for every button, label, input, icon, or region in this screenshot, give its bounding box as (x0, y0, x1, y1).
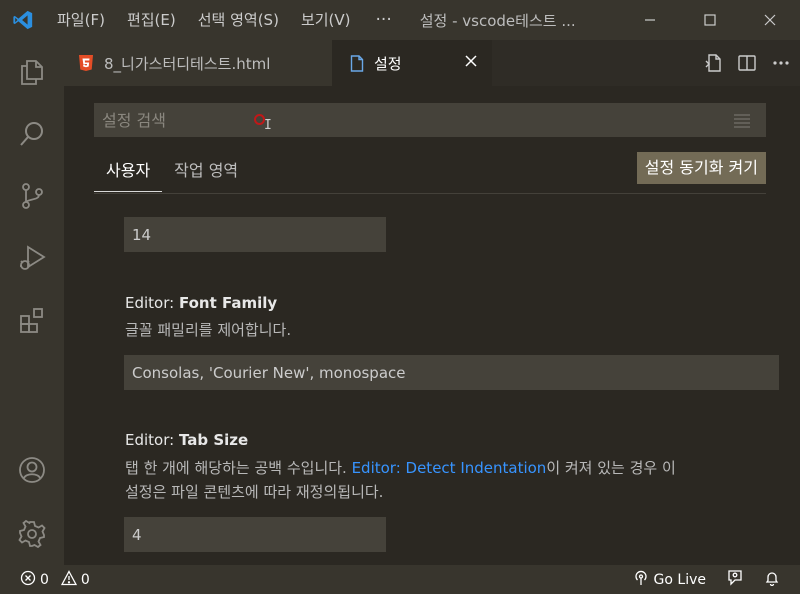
divider (94, 193, 766, 194)
menu-bar: 파일(F) 편집(E) 선택 영역(S) 보기(V) ··· (46, 0, 406, 40)
notifications-bell-icon[interactable] (764, 570, 780, 590)
close-tab-icon[interactable] (464, 54, 478, 72)
text-cursor-icon: I (264, 118, 272, 133)
tab-size-input[interactable]: 4 (124, 517, 386, 552)
extensions-icon[interactable] (0, 292, 64, 348)
explorer-icon[interactable] (0, 44, 64, 100)
html5-icon (78, 54, 94, 72)
tab-settings[interactable]: 설정 (332, 40, 492, 86)
run-debug-icon[interactable] (0, 230, 64, 286)
tab-workspace[interactable]: 작업 영역 (162, 152, 250, 192)
menu-view[interactable]: 보기(V) (290, 0, 362, 40)
more-actions-icon[interactable] (770, 52, 792, 74)
problems-indicator[interactable]: 0 0 (0, 569, 90, 590)
window-controls (620, 0, 800, 40)
file-icon (350, 54, 364, 72)
error-count: 0 (40, 571, 49, 588)
tab-label: 8_니가스터디테스트.html (104, 54, 271, 73)
split-editor-icon[interactable] (736, 52, 758, 74)
warning-count: 0 (80, 571, 90, 588)
go-live-button[interactable]: Go Live (633, 570, 706, 590)
status-bar: 0 0 Go Live (0, 565, 800, 594)
minimize-button[interactable] (620, 0, 680, 40)
menu-edit[interactable]: 편집(E) (116, 0, 187, 40)
source-control-icon[interactable] (0, 168, 64, 224)
tab-size-description-line2: 설정은 파일 콘텐츠에 따라 재정의됩니다. (125, 483, 384, 501)
open-settings-json-icon[interactable] (702, 52, 724, 74)
maximize-button[interactable] (680, 0, 740, 40)
detect-indentation-link[interactable]: Editor: Detect Indentation (352, 459, 547, 477)
status-bar-right: Go Live (633, 565, 780, 594)
tab-bar: 8_니가스터디테스트.html 설정 (64, 40, 800, 86)
editor-actions (702, 40, 792, 86)
tab-size-setting-title: Editor: Tab Size (125, 431, 249, 449)
activity-bar (0, 40, 64, 565)
font-family-input[interactable]: Consolas, 'Courier New', monospace (124, 355, 779, 390)
settings-search-input[interactable] (102, 110, 702, 130)
window-title: 설정 - vscode테스트 ... (419, 11, 576, 30)
settings-search-box[interactable]: I (94, 103, 766, 137)
font-size-input[interactable]: 14 (124, 217, 386, 252)
tab-size-description: 탭 한 개에 해당하는 공백 수입니다. Editor: Detect Inde… (125, 459, 676, 477)
feedback-icon[interactable] (726, 569, 744, 591)
warning-icon (60, 569, 78, 590)
settings-scope-tabs: 사용자 작업 영역 (94, 152, 250, 194)
editor-area: 8_니가스터디테스트.html 설정 설정 검색 I 사용자 작업 영역 설정 … (64, 40, 800, 565)
tab-user[interactable]: 사용자 (94, 152, 163, 192)
go-live-label: Go Live (653, 571, 706, 588)
menu-selection[interactable]: 선택 영역(S) (187, 0, 290, 40)
filter-list-icon[interactable] (732, 112, 752, 132)
close-window-button[interactable] (740, 0, 800, 40)
manage-gear-icon[interactable] (0, 506, 64, 562)
font-family-setting-title: Editor: Font Family (125, 294, 278, 312)
vscode-logo-icon (0, 0, 46, 40)
tab-html-file[interactable]: 8_니가스터디테스트.html (64, 40, 332, 86)
turn-on-settings-sync-button[interactable]: 설정 동기화 켜기 (636, 152, 766, 184)
error-icon (20, 570, 36, 590)
title-bar: 파일(F) 편집(E) 선택 영역(S) 보기(V) ··· 설정 - vsco… (0, 0, 800, 40)
broadcast-icon (633, 570, 649, 590)
accounts-icon[interactable] (0, 442, 64, 498)
menu-more-button[interactable]: ··· (362, 0, 406, 40)
font-family-description: 글꼴 패밀리를 제어합니다. (125, 321, 292, 339)
menu-file[interactable]: 파일(F) (46, 0, 116, 40)
tab-label: 설정 (374, 54, 402, 73)
search-icon[interactable] (0, 106, 64, 162)
